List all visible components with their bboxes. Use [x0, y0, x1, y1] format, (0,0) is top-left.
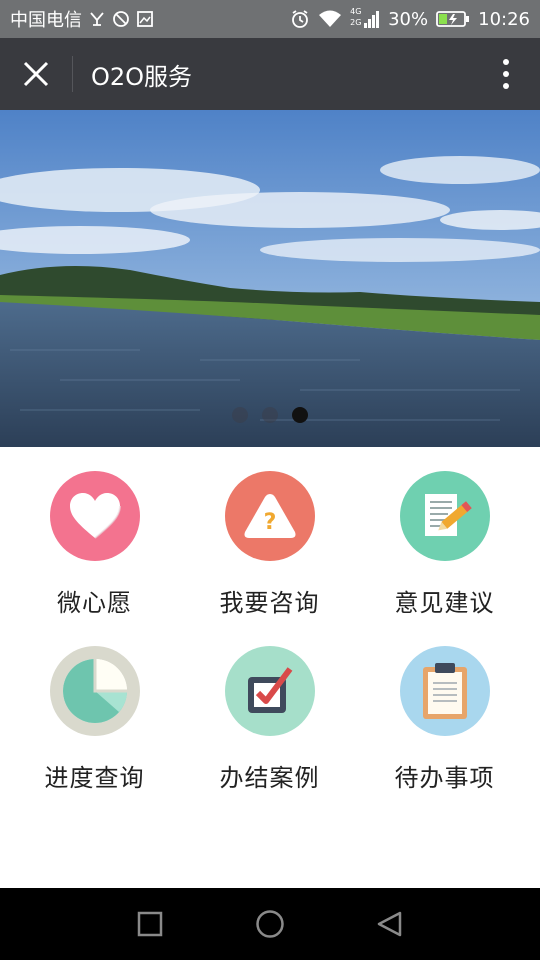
back-triangle-icon	[377, 911, 402, 937]
heart-icon	[49, 471, 140, 561]
menu-item-label: 待办事项	[394, 764, 495, 792]
carousel-indicator	[0, 407, 540, 423]
menu-item-consult[interactable]: ? 我要咨询	[182, 447, 357, 622]
close-icon	[23, 61, 49, 87]
square-icon	[137, 911, 163, 937]
battery-percent: 30%	[388, 8, 429, 30]
lake-landscape-image	[0, 110, 540, 447]
home-button[interactable]	[240, 894, 300, 954]
carousel-dot[interactable]	[262, 407, 278, 423]
clock: 10:26	[478, 8, 530, 30]
usb-icon	[88, 9, 106, 29]
svg-text:?: ?	[263, 510, 276, 535]
banner-carousel[interactable]	[0, 110, 540, 447]
system-nav-bar	[0, 888, 540, 960]
more-menu-button[interactable]	[472, 38, 540, 110]
menu-item-label: 办结案例	[219, 764, 320, 792]
menu-item-label: 进度查询	[44, 764, 145, 792]
signal-icon: 4G 2G	[350, 7, 380, 29]
circle-icon	[256, 910, 284, 938]
carousel-dot[interactable]	[232, 407, 248, 423]
document-pencil-icon	[399, 471, 490, 561]
more-vertical-icon	[503, 59, 509, 89]
page-title: O2O服务	[91, 62, 193, 91]
menu-item-completed-cases[interactable]: 办结案例	[182, 622, 357, 797]
status-bar: 中国电信 4G 2G 30% 10:26	[0, 0, 540, 38]
carrier-label: 中国电信	[10, 10, 82, 31]
title-divider	[72, 56, 73, 92]
battery-charging-icon	[436, 9, 470, 29]
back-button[interactable]	[360, 894, 420, 954]
recent-apps-button[interactable]	[120, 894, 180, 954]
clipboard-icon	[399, 646, 490, 736]
carousel-dot-active[interactable]	[292, 407, 308, 423]
menu-item-label: 意见建议	[394, 589, 495, 617]
menu-item-label: 我要咨询	[219, 589, 320, 617]
alarm-icon	[290, 9, 310, 29]
menu-item-label: 微心愿	[57, 589, 132, 617]
close-button[interactable]	[0, 38, 72, 110]
menu-item-todo[interactable]: 待办事项	[357, 622, 532, 797]
image-icon	[136, 9, 154, 29]
menu-item-micro-wish[interactable]: 微心愿	[7, 447, 182, 622]
title-bar: O2O服务	[0, 38, 540, 110]
service-menu-grid: 微心愿 ? 我要咨询 意见建议 进度查询 办结案例 待办事项	[0, 447, 540, 797]
pie-chart-icon	[49, 646, 140, 736]
checkbox-icon	[224, 646, 315, 736]
wifi-icon	[318, 9, 342, 29]
menu-item-progress-query[interactable]: 进度查询	[7, 622, 182, 797]
blocked-icon	[112, 9, 130, 29]
warning-question-icon: ?	[224, 471, 315, 561]
menu-item-suggestion[interactable]: 意见建议	[357, 447, 532, 622]
